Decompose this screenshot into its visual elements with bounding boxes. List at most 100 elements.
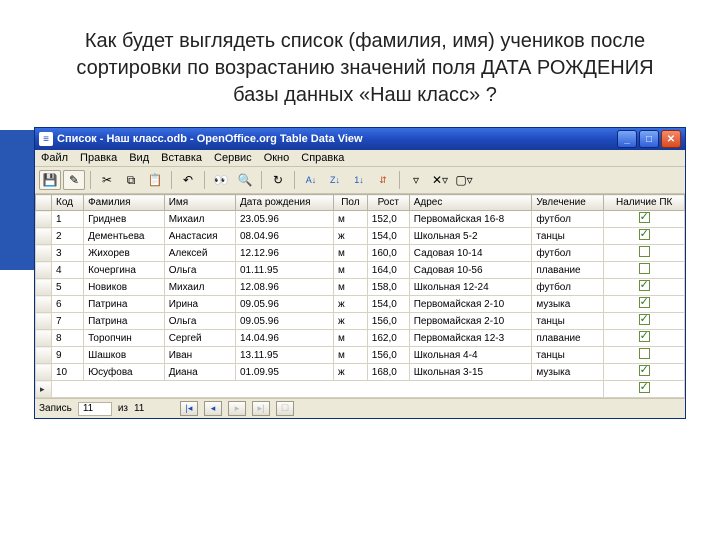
table-row[interactable]: 6ПатринаИрина09.05.96ж154,0Первомайская …	[36, 296, 685, 313]
cell-surname[interactable]: Новиков	[84, 279, 165, 296]
cell-height[interactable]: 164,0	[367, 262, 409, 279]
checkbox-icon[interactable]	[639, 297, 650, 308]
maximize-button[interactable]: □	[639, 130, 659, 148]
cell-sex[interactable]: м	[334, 211, 368, 228]
cell-address[interactable]: Первомайская 2-10	[409, 313, 532, 330]
cell-sex[interactable]: ж	[334, 228, 368, 245]
row-selector[interactable]	[36, 296, 52, 313]
cell-pc[interactable]	[604, 279, 685, 296]
cell-hobby[interactable]: танцы	[532, 347, 604, 364]
cell-id[interactable]: 4	[52, 262, 84, 279]
cell-hobby[interactable]: музыка	[532, 296, 604, 313]
cell-surname[interactable]: Патрина	[84, 296, 165, 313]
cell-dob[interactable]: 14.04.96	[235, 330, 333, 347]
cell-id[interactable]: 5	[52, 279, 84, 296]
checkbox-icon[interactable]	[639, 212, 650, 223]
cell-sex[interactable]: ж	[334, 364, 368, 381]
checkbox-icon[interactable]	[639, 314, 650, 325]
row-selector-header[interactable]	[36, 195, 52, 211]
cell-height[interactable]: 158,0	[367, 279, 409, 296]
cell-sex[interactable]: м	[334, 347, 368, 364]
cell-height[interactable]: 156,0	[367, 313, 409, 330]
col-surname[interactable]: Фамилия	[84, 195, 165, 211]
standard-filter-icon[interactable]: ▢▿	[453, 170, 475, 190]
undo-icon[interactable]: ↶	[177, 170, 199, 190]
nav-last-icon[interactable]: ▸|	[252, 401, 270, 416]
table-row[interactable]: 8ТоропчинСергей14.04.96м162,0Первомайска…	[36, 330, 685, 347]
minimize-button[interactable]: _	[617, 130, 637, 148]
cell-surname[interactable]: Шашков	[84, 347, 165, 364]
table-row[interactable]: 1ГридневМихаил23.05.96м152,0Первомайская…	[36, 211, 685, 228]
row-selector[interactable]	[36, 364, 52, 381]
cell-hobby[interactable]: футбол	[532, 279, 604, 296]
checkbox-icon[interactable]	[639, 229, 650, 240]
save-icon[interactable]: 💾	[39, 170, 61, 190]
cell-id[interactable]: 7	[52, 313, 84, 330]
cell-dob[interactable]: 12.08.96	[235, 279, 333, 296]
cell-name[interactable]: Сергей	[164, 330, 235, 347]
cut-icon[interactable]: ✂	[96, 170, 118, 190]
checkbox-icon[interactable]	[639, 382, 650, 393]
table-row[interactable]: 3ЖихоревАлексей12.12.96м160,0Садовая 10-…	[36, 245, 685, 262]
cell-height[interactable]: 156,0	[367, 347, 409, 364]
nav-first-icon[interactable]: |◂	[180, 401, 198, 416]
menu-insert[interactable]: Вставка	[161, 152, 202, 164]
cell-pc[interactable]	[604, 381, 685, 398]
cell-id[interactable]: 9	[52, 347, 84, 364]
cell-address[interactable]: Школьная 4-4	[409, 347, 532, 364]
edit-icon[interactable]: ✎	[63, 170, 85, 190]
cell-address[interactable]: Школьная 3-15	[409, 364, 532, 381]
table-row[interactable]: 7ПатринаОльга09.05.96ж156,0Первомайская …	[36, 313, 685, 330]
menu-view[interactable]: Вид	[129, 152, 149, 164]
table-row[interactable]: 4КочергинаОльга01.11.95м164,0Садовая 10-…	[36, 262, 685, 279]
cell-address[interactable]: Первомайская 12-3	[409, 330, 532, 347]
col-height[interactable]: Рост	[367, 195, 409, 211]
checkbox-icon[interactable]	[639, 348, 650, 359]
cell-pc[interactable]	[604, 228, 685, 245]
row-selector[interactable]	[36, 228, 52, 245]
menu-tools[interactable]: Сервис	[214, 152, 252, 164]
cell-height[interactable]: 160,0	[367, 245, 409, 262]
record-current[interactable]: 11	[78, 402, 112, 416]
table-row[interactable]: 5НовиковМихаил12.08.96м158,0Школьная 12-…	[36, 279, 685, 296]
cell-height[interactable]: 168,0	[367, 364, 409, 381]
cell-address[interactable]: Садовая 10-56	[409, 262, 532, 279]
copy-icon[interactable]: ⧉	[120, 170, 142, 190]
refresh-icon[interactable]: ↻	[267, 170, 289, 190]
col-sex[interactable]: Пол	[334, 195, 368, 211]
cell-surname[interactable]: Жихорев	[84, 245, 165, 262]
cell-pc[interactable]	[604, 313, 685, 330]
cell-name[interactable]: Ирина	[164, 296, 235, 313]
col-address[interactable]: Адрес	[409, 195, 532, 211]
nav-prev-icon[interactable]: ◂	[204, 401, 222, 416]
cell-hobby[interactable]: футбол	[532, 211, 604, 228]
cell-sex[interactable]: м	[334, 245, 368, 262]
sort-desc-icon[interactable]: Z↓	[324, 170, 346, 190]
cell-pc[interactable]	[604, 262, 685, 279]
cell-address[interactable]: Школьная 5-2	[409, 228, 532, 245]
cell-dob[interactable]: 23.05.96	[235, 211, 333, 228]
row-selector[interactable]	[36, 245, 52, 262]
cell-id[interactable]: 3	[52, 245, 84, 262]
remove-filter-icon[interactable]: ✕▿	[429, 170, 451, 190]
row-selector[interactable]	[36, 279, 52, 296]
cell-height[interactable]: 154,0	[367, 296, 409, 313]
cell-dob[interactable]: 01.09.95	[235, 364, 333, 381]
row-selector[interactable]	[36, 330, 52, 347]
menu-file[interactable]: Файл	[41, 152, 68, 164]
row-selector[interactable]	[36, 262, 52, 279]
find-icon[interactable]: 👀	[210, 170, 232, 190]
data-grid[interactable]: Код Фамилия Имя Дата рождения Пол Рост А…	[35, 194, 685, 398]
menu-window[interactable]: Окно	[264, 152, 290, 164]
cell-address[interactable]: Садовая 10-14	[409, 245, 532, 262]
cell-hobby[interactable]: музыка	[532, 364, 604, 381]
cell-dob[interactable]: 09.05.96	[235, 313, 333, 330]
nav-next-icon[interactable]: ▸	[228, 401, 246, 416]
checkbox-icon[interactable]	[639, 331, 650, 342]
cell-hobby[interactable]: танцы	[532, 228, 604, 245]
cell-surname[interactable]: Кочергина	[84, 262, 165, 279]
cell-name[interactable]: Алексей	[164, 245, 235, 262]
menu-help[interactable]: Справка	[301, 152, 344, 164]
cell-pc[interactable]	[604, 211, 685, 228]
sort-num-icon[interactable]: 1↓	[348, 170, 370, 190]
